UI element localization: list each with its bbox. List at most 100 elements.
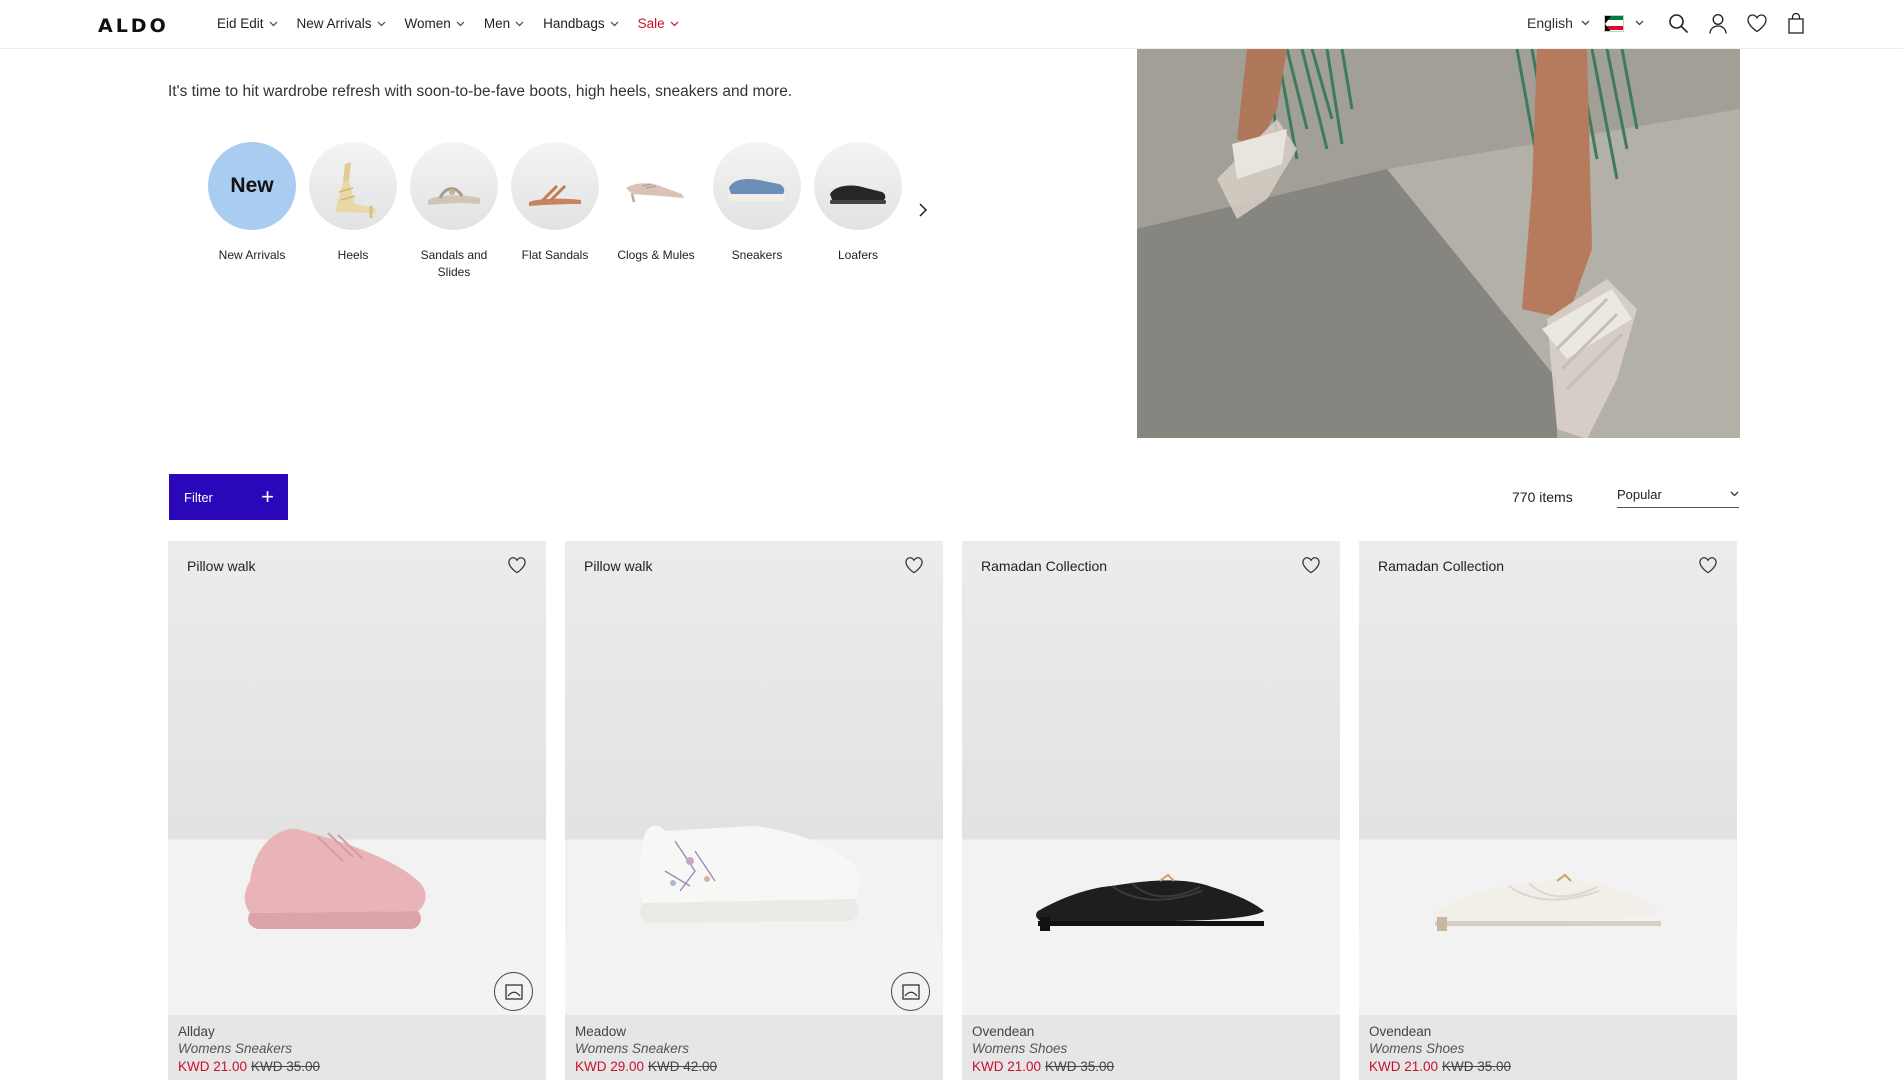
product-card[interactable]: Ramadan Collection Ovendean Womens Shoes… [1359,541,1737,1080]
category-flat-sandals[interactable]: Flat Sandals [511,142,599,281]
product-info: Ovendean Womens Shoes KWD 21.00 KWD 35.00 [962,1015,1340,1080]
product-card[interactable]: Pillow walk Allday Womens Sneakers KWD 2… [168,541,546,1080]
product-image[interactable] [1359,541,1737,1015]
search-icon[interactable] [1668,12,1690,34]
sort-select[interactable]: Popular [1617,484,1739,508]
sale-price: KWD 21.00 [1369,1059,1439,1074]
nav-item-handbags[interactable]: Handbags [543,16,619,31]
product-price: KWD 29.00 KWD 42.00 [575,1057,933,1076]
original-price: KWD 35.00 [251,1059,321,1074]
language-label: English [1527,15,1573,31]
sort-value: Popular [1617,486,1662,502]
product-name[interactable]: Meadow [575,1023,933,1040]
sale-price: KWD 21.00 [178,1059,248,1074]
product-card[interactable]: Pillow walk Meadow Womens Sneakers KWD 2… [565,541,943,1080]
product-badge: Pillow walk [187,558,256,574]
filter-button[interactable]: Filter + [169,474,288,520]
loafers-thumbnail [814,142,902,230]
language-selector[interactable]: English [1527,15,1590,31]
sale-price: KWD 29.00 [575,1059,645,1074]
category-carousel: New New Arrivals Heels Sandals and Slide… [208,142,915,281]
chevron-down-icon [1730,491,1739,497]
product-card[interactable]: Ramadan Collection Ovendean Womens Shoes… [962,541,1340,1080]
product-badge: Pillow walk [584,558,653,574]
category-label: Clogs & Mules [617,248,695,262]
nav-item-eid-edit[interactable]: Eid Edit [217,16,278,31]
chevron-down-icon [610,21,619,26]
product-image[interactable] [168,541,546,1015]
category-loafers[interactable]: Loafers [814,142,902,281]
category-new-arrivals[interactable]: New New Arrivals [208,142,296,281]
items-count: 770 items [1512,489,1573,505]
virtual-try-on-icon[interactable] [891,972,930,1011]
main-nav: Eid Edit New Arrivals Women Men Handbags… [217,16,698,31]
nav-item-men[interactable]: Men [484,16,524,31]
product-type: Womens Shoes [1369,1041,1465,1056]
chevron-down-icon [377,21,385,26]
category-label: Flat Sandals [521,248,589,262]
sale-price: KWD 21.00 [972,1059,1042,1074]
product-price: KWD 21.00 KWD 35.00 [972,1057,1330,1076]
product-image[interactable] [565,541,943,1015]
category-clogs-and-mules[interactable]: Clogs & Mules [612,142,700,281]
wishlist-heart-icon[interactable] [1301,556,1321,579]
category-label: Sneakers [731,248,783,262]
category-heels[interactable]: Heels [309,142,397,281]
nav-item-sale[interactable]: Sale [638,16,679,31]
original-price: KWD 35.00 [1442,1059,1512,1074]
product-type: Womens Sneakers [178,1041,293,1056]
virtual-try-on-icon[interactable] [494,972,533,1011]
bag-icon[interactable] [1785,12,1807,34]
product-badge: Ramadan Collection [981,558,1108,574]
new-badge-circle: New [208,142,296,230]
nav-item-new-arrivals[interactable]: New Arrivals [297,16,386,31]
product-name[interactable]: Ovendean [1369,1023,1727,1040]
site-header: ALDO Eid Edit New Arrivals Women Men Han… [0,0,1903,49]
nav-item-women[interactable]: Women [405,16,465,31]
chevron-down-icon [670,21,679,26]
wishlist-heart-icon[interactable] [507,556,527,579]
category-label: Heels [337,248,369,262]
category-sandals-and-slides[interactable]: Sandals and Slides [410,142,498,281]
heels-thumbnail [309,142,397,230]
category-sneakers[interactable]: Sneakers [713,142,801,281]
product-type: Womens Shoes [972,1041,1068,1056]
product-info: Meadow Womens Sneakers KWD 29.00 KWD 42.0… [565,1015,943,1080]
carousel-next-arrow-icon[interactable] [918,203,928,222]
hero-image [1137,49,1740,438]
plus-icon: + [261,484,274,509]
flat-sandals-thumbnail [511,142,599,230]
wishlist-icon[interactable] [1746,12,1768,34]
chevron-down-icon [269,21,277,26]
product-grid: Pillow walk Allday Womens Sneakers KWD 2… [168,541,1737,1080]
product-price: KWD 21.00 KWD 35.00 [1369,1057,1727,1076]
category-label: New Arrivals [218,248,286,262]
header-utilities: English [1527,12,1824,34]
chevron-down-icon [456,21,465,26]
wishlist-heart-icon[interactable] [904,556,924,579]
aldo-logo[interactable]: ALDO [98,15,169,37]
kuwait-flag-icon [1603,14,1624,32]
clogs-thumbnail [612,142,700,230]
product-price: KWD 21.00 KWD 35.00 [178,1057,536,1076]
category-label: Sandals and Slides [420,248,488,279]
country-selector[interactable] [1603,14,1644,32]
sandals-thumbnail [410,142,498,230]
product-info: Allday Womens Sneakers KWD 21.00 KWD 35.0… [168,1015,546,1080]
product-name[interactable]: Allday [178,1023,536,1040]
account-icon[interactable] [1707,12,1729,34]
sneakers-thumbnail [713,142,801,230]
filter-label: Filter [184,489,213,505]
original-price: KWD 42.00 [648,1059,718,1074]
product-info: Ovendean Womens Shoes KWD 21.00 KWD 35.00 [1359,1015,1737,1080]
product-image[interactable] [962,541,1340,1015]
category-intro-text: It's time to hit wardrobe refresh with s… [168,83,793,100]
original-price: KWD 35.00 [1045,1059,1115,1074]
product-type: Womens Sneakers [575,1041,690,1056]
category-label: Loafers [837,248,879,262]
chevron-down-icon [515,21,524,26]
chevron-down-icon [1635,20,1644,26]
product-name[interactable]: Ovendean [972,1023,1330,1040]
chevron-down-icon [1581,20,1590,26]
wishlist-heart-icon[interactable] [1698,556,1718,579]
